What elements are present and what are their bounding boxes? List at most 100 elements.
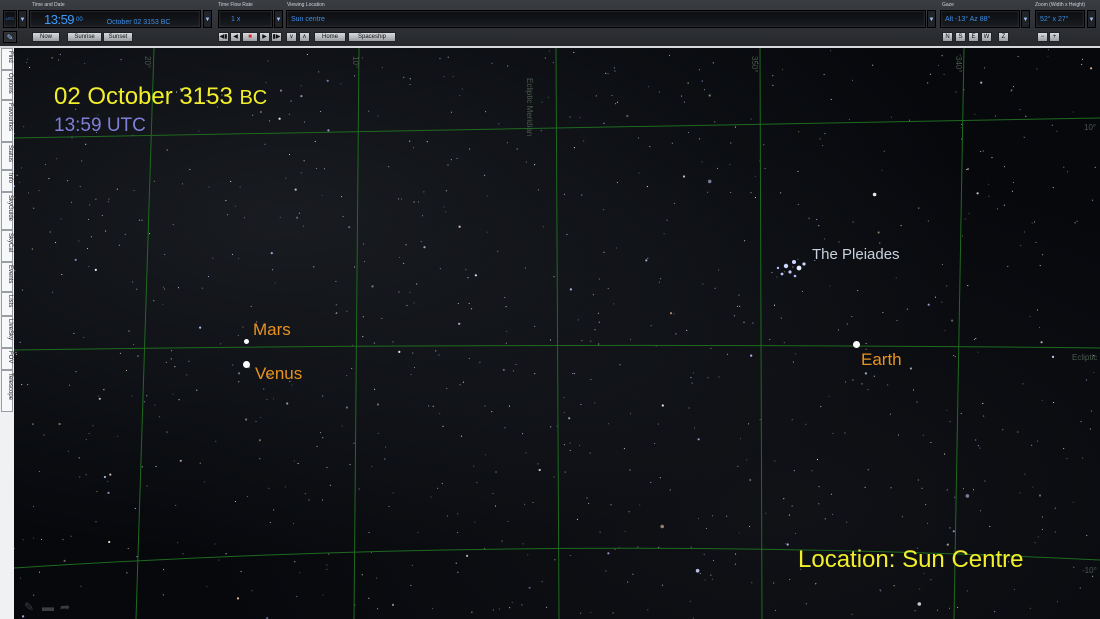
pleiades-label[interactable]: The Pleiades [812, 246, 900, 263]
grid-line-lat-10 [14, 117, 1100, 139]
tab-info-label: Info [7, 173, 13, 184]
tab-fov-label: FOV [7, 351, 13, 364]
utc-badge[interactable]: UTC [3, 10, 17, 28]
stop-icon: ■ [248, 34, 252, 40]
tab-livesky[interactable]: LiveSky [1, 316, 13, 348]
ecliptic-line [14, 344, 1100, 351]
grid-line-lon-10 [353, 48, 360, 619]
tab-lists-label: Lists [7, 295, 13, 308]
tab-favourites-label: Favourites [7, 103, 13, 132]
time-flow-field[interactable]: 1 x [218, 10, 273, 28]
tab-fov[interactable]: FOV [1, 348, 13, 370]
tab-telescope-label: Telescope [7, 373, 13, 401]
tab-events-label: Events [7, 265, 13, 284]
zoom-chevron-icon[interactable]: ▼ [1087, 10, 1096, 28]
edit-icon[interactable]: ✎ [24, 600, 34, 614]
tab-find[interactable]: Find [1, 48, 13, 70]
date-overlay: 02 October 3153 BC [54, 83, 267, 111]
gaze-field[interactable]: Alt -13° Az 88° [940, 10, 1020, 28]
time-main: 13:59 [44, 12, 75, 27]
time-seconds: 00 [76, 17, 83, 23]
sunset-button[interactable]: Sunset [103, 32, 133, 42]
tab-skyguide-label: SkyGuide [7, 195, 13, 222]
sidebar-tabs: Find Options Favourites Status Info SkyG… [0, 48, 15, 619]
pin-icon[interactable]: ✎ [3, 31, 17, 43]
mars-label[interactable]: Mars [253, 320, 291, 340]
tab-events[interactable]: Events [1, 262, 13, 292]
zoom-out-button[interactable]: − [1037, 32, 1048, 42]
viewing-location-field[interactable]: Sun centre [286, 10, 926, 28]
time-flow-chevron-icon[interactable]: ▼ [274, 10, 283, 28]
utc-text: UTC [5, 16, 15, 21]
grid-line-lon-340 [953, 48, 965, 619]
forward-fast-button[interactable]: ▮▶ [271, 32, 282, 42]
tab-lists[interactable]: Lists [1, 292, 13, 316]
tab-status[interactable]: Status [1, 142, 13, 170]
tab-skycal-label: SkyCal [7, 233, 13, 253]
settings-icon[interactable]: ⚙ [14, 600, 15, 614]
zoom-field[interactable]: 52° x 27° [1035, 10, 1085, 28]
west-button[interactable]: W [981, 32, 992, 42]
time-date-label: Time and Date [32, 2, 65, 8]
south-button[interactable]: S [955, 32, 966, 42]
top-toolbar: Time and Date Time Flow Rate Viewing Loc… [0, 0, 1100, 47]
forward-fast-icon: ▮▶ [272, 34, 281, 40]
grid-label-minus-10: -10° [1082, 566, 1097, 575]
tab-favourites[interactable]: Favourites [1, 100, 13, 142]
tab-skyguide[interactable]: SkyGuide [1, 192, 13, 230]
tab-options-label: Options [7, 73, 13, 94]
grid-line-ecliptic-meridian [555, 48, 560, 619]
tab-status-label: Status [7, 145, 13, 163]
share-icon[interactable]: ➦ [60, 600, 70, 614]
location-chevron-icon[interactable]: ▼ [927, 10, 936, 28]
comment-icon[interactable]: ▬ [42, 600, 54, 614]
earth-label[interactable]: Earth [861, 350, 902, 370]
date-dropdown-chevron-icon[interactable]: ▼ [203, 10, 212, 28]
tab-find-label: Find [7, 51, 13, 63]
rewind-fast-button[interactable]: ◀▮ [218, 32, 229, 42]
ecliptic-meridian-label: Ecliptic Meridian [525, 78, 534, 137]
tab-livesky-label: LiveSky [7, 319, 13, 341]
rewind-button[interactable]: ◀ [230, 32, 241, 42]
location-overlay: Location: Sun Centre [798, 546, 1024, 573]
utc-dropdown-chevron-icon[interactable]: ▼ [18, 10, 27, 28]
grid-label-lon-350: 350° [750, 56, 759, 73]
gaze-label: Gaze [942, 2, 954, 8]
time-flow-label: Time Flow Rate [218, 2, 253, 8]
gaze-chevron-icon[interactable]: ▼ [1021, 10, 1030, 28]
venus-marker[interactable] [243, 361, 250, 368]
viewing-location-label: Viewing Location [287, 2, 325, 8]
grid-line-lon-350 [759, 48, 763, 619]
north-button[interactable]: N [942, 32, 953, 42]
stop-button[interactable]: ■ [242, 32, 258, 42]
rewind-icon: ◀ [233, 34, 238, 40]
time-date-field[interactable]: 13:59 00 October 02 3153 BC [29, 10, 201, 28]
grid-label-lon-10: 10° [351, 56, 360, 69]
east-button[interactable]: E [968, 32, 979, 42]
ecliptic-label: Ecliptic [1072, 353, 1098, 362]
earth-marker[interactable] [853, 341, 860, 348]
tab-telescope[interactable]: Telescope [1, 370, 13, 412]
tab-options[interactable]: Options [1, 70, 13, 100]
mars-marker[interactable] [244, 339, 249, 344]
tab-info[interactable]: Info [1, 170, 13, 192]
play-icon: ▶ [262, 34, 267, 40]
rewind-fast-icon: ◀▮ [219, 34, 228, 40]
date-overlay-main: 02 October 3153 [54, 83, 233, 110]
zenith-button[interactable]: Z [998, 32, 1009, 42]
date-overlay-era: BC [239, 87, 268, 109]
sky-view[interactable]: Ecliptic Meridian Ecliptic 10° -10° 20° … [14, 48, 1100, 619]
spaceship-button[interactable]: Spaceship [348, 32, 396, 42]
location-up-button[interactable]: ∧ [299, 32, 310, 42]
sunrise-button[interactable]: Sunrise [67, 32, 102, 42]
time-overlay: 13:59 UTC [54, 115, 146, 136]
now-button[interactable]: Now [32, 32, 60, 42]
tab-skycal[interactable]: SkyCal [1, 230, 13, 262]
location-down-button[interactable]: ∨ [286, 32, 297, 42]
grid-label-lon-20: 20° [143, 56, 152, 69]
play-button[interactable]: ▶ [259, 32, 270, 42]
venus-label[interactable]: Venus [255, 364, 302, 384]
grid-label-lon-340: 340° [954, 56, 963, 73]
zoom-in-button[interactable]: + [1049, 32, 1060, 42]
home-button[interactable]: Home [314, 32, 346, 42]
